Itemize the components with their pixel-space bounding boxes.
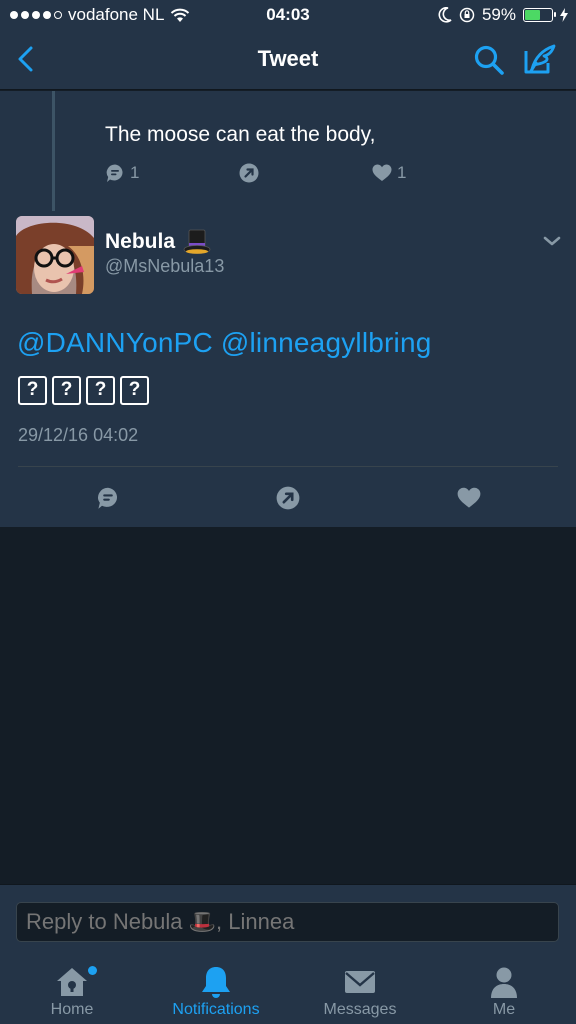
- tweet-actions: [0, 483, 576, 513]
- top-hat-icon: [183, 229, 211, 254]
- rotation-lock-icon: [459, 7, 475, 23]
- search-icon[interactable]: [472, 43, 506, 77]
- previous-share-button[interactable]: [239, 163, 259, 183]
- bell-icon: [202, 967, 230, 998]
- person-icon: [491, 967, 517, 998]
- tab-notifications[interactable]: Notifications: [144, 954, 288, 1024]
- tweet-emoji-row: ? ? ? ?: [18, 376, 149, 405]
- tab-me[interactable]: Me: [432, 954, 576, 1024]
- tweet-timestamp: 29/12/16 04:02: [18, 425, 139, 445]
- missing-emoji-glyph: ?: [120, 376, 149, 405]
- previous-like-button[interactable]: 1: [372, 163, 406, 183]
- tab-me-label: Me: [492, 1001, 516, 1018]
- tab-bar: Home Notifications Messages Me: [0, 954, 576, 1024]
- tab-home-label: Home: [50, 1001, 94, 1018]
- heart-icon: [372, 164, 392, 181]
- home-notification-dot: [88, 966, 97, 975]
- tab-home[interactable]: Home: [0, 954, 144, 1024]
- previous-reply-button[interactable]: 1: [105, 163, 139, 183]
- thread-connector-line: [52, 91, 55, 211]
- reply-input[interactable]: [16, 902, 559, 942]
- status-bar: vodafone NL 04:03 59%: [0, 0, 576, 30]
- previous-reply-count: 1: [130, 163, 140, 182]
- battery-fill: [525, 10, 541, 20]
- reply-icon: [106, 164, 123, 182]
- author-handle[interactable]: @MsNebula13: [105, 256, 224, 277]
- chevron-down-icon[interactable]: [541, 233, 563, 249]
- charging-bolt-icon: [560, 8, 568, 22]
- tab-messages[interactable]: Messages: [288, 954, 432, 1024]
- moon-icon: [438, 7, 452, 23]
- tab-notifications-label: Notifications: [172, 1001, 260, 1018]
- reply-icon[interactable]: [96, 486, 120, 510]
- tweet-detail-card: The moose can eat the body, 1 1 Nebula @…: [0, 91, 576, 527]
- battery-percent: 59%: [481, 5, 516, 24]
- compose-tweet-icon[interactable]: [522, 41, 558, 77]
- envelope-icon: [345, 971, 375, 993]
- author-name-row[interactable]: Nebula: [105, 229, 211, 255]
- tab-messages-label: Messages: [323, 1001, 397, 1018]
- navigation-bar: Tweet: [0, 30, 576, 90]
- previous-like-count: 1: [397, 163, 407, 182]
- avatar[interactable]: [16, 216, 94, 294]
- missing-emoji-glyph: ?: [52, 376, 81, 405]
- reply-composer: [0, 884, 576, 954]
- tweet-mentions[interactable]: @DANNYonPC @linneagyllbring: [17, 327, 432, 359]
- missing-emoji-glyph: ?: [18, 376, 47, 405]
- share-arrow-icon: [239, 163, 259, 183]
- share-arrow-icon[interactable]: [276, 486, 300, 510]
- status-right: 59%: [438, 5, 568, 25]
- battery-icon: [523, 8, 556, 22]
- profile-photo: [16, 216, 94, 294]
- divider: [18, 466, 558, 467]
- heart-icon[interactable]: [457, 487, 481, 509]
- author-name: Nebula: [105, 230, 176, 253]
- previous-tweet-text: The moose can eat the body,: [105, 123, 376, 146]
- home-icon: [57, 968, 87, 996]
- missing-emoji-glyph: ?: [86, 376, 115, 405]
- previous-tweet-actions: 1 1: [105, 163, 425, 189]
